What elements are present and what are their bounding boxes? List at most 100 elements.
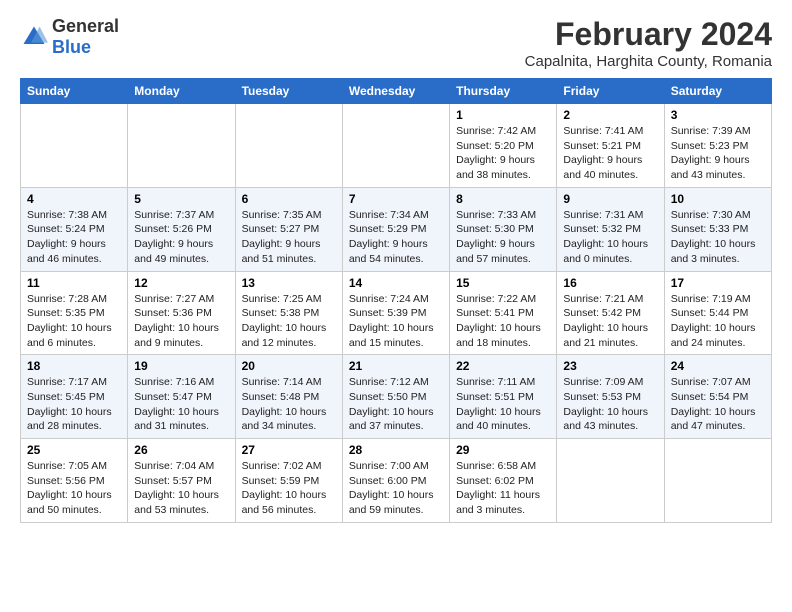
week-row-4: 18 Sunrise: 7:17 AM Sunset: 5:45 PM Dayli… (21, 355, 772, 439)
day-number: 9 (563, 192, 657, 206)
day-info: Sunrise: 7:02 AM Sunset: 5:59 PM Dayligh… (242, 459, 336, 518)
day-number: 7 (349, 192, 443, 206)
day-info: Sunrise: 7:28 AM Sunset: 5:35 PM Dayligh… (27, 292, 121, 351)
day-info: Sunrise: 7:33 AM Sunset: 5:30 PM Dayligh… (456, 208, 550, 267)
col-header-sunday: Sunday (21, 79, 128, 104)
day-cell: 13 Sunrise: 7:25 AM Sunset: 5:38 PM Dayli… (235, 271, 342, 355)
day-number: 17 (671, 276, 765, 290)
page-header: General Blue February 2024 Capalnita, Ha… (20, 16, 772, 70)
day-number: 5 (134, 192, 228, 206)
day-number: 13 (242, 276, 336, 290)
day-cell: 14 Sunrise: 7:24 AM Sunset: 5:39 PM Dayli… (342, 271, 449, 355)
logo-icon (20, 23, 48, 51)
calendar-title: February 2024 (525, 16, 772, 53)
day-cell: 2 Sunrise: 7:41 AM Sunset: 5:21 PM Daylig… (557, 104, 664, 188)
day-info: Sunrise: 7:00 AM Sunset: 6:00 PM Dayligh… (349, 459, 443, 518)
day-info: Sunrise: 7:31 AM Sunset: 5:32 PM Dayligh… (563, 208, 657, 267)
day-cell: 7 Sunrise: 7:34 AM Sunset: 5:29 PM Daylig… (342, 187, 449, 271)
day-cell: 11 Sunrise: 7:28 AM Sunset: 5:35 PM Dayli… (21, 271, 128, 355)
day-number: 24 (671, 359, 765, 373)
day-info: Sunrise: 7:21 AM Sunset: 5:42 PM Dayligh… (563, 292, 657, 351)
day-info: Sunrise: 7:30 AM Sunset: 5:33 PM Dayligh… (671, 208, 765, 267)
day-cell (128, 104, 235, 188)
day-cell: 10 Sunrise: 7:30 AM Sunset: 5:33 PM Dayli… (664, 187, 771, 271)
day-info: Sunrise: 7:39 AM Sunset: 5:23 PM Dayligh… (671, 124, 765, 183)
day-number: 21 (349, 359, 443, 373)
day-cell: 8Sunrise: 7:33 AM Sunset: 5:30 PM Daylig… (450, 187, 557, 271)
day-info: Sunrise: 7:16 AM Sunset: 5:47 PM Dayligh… (134, 375, 228, 434)
day-cell: 15 Sunrise: 7:22 AM Sunset: 5:41 PM Dayli… (450, 271, 557, 355)
col-header-thursday: Thursday (450, 79, 557, 104)
col-header-wednesday: Wednesday (342, 79, 449, 104)
week-row-3: 11 Sunrise: 7:28 AM Sunset: 5:35 PM Dayli… (21, 271, 772, 355)
day-cell: 24Sunrise: 7:07 AM Sunset: 5:54 PM Dayli… (664, 355, 771, 439)
day-cell: 1 Sunrise: 7:42 AM Sunset: 5:20 PM Daylig… (450, 104, 557, 188)
day-number: 12 (134, 276, 228, 290)
week-row-1: 1 Sunrise: 7:42 AM Sunset: 5:20 PM Daylig… (21, 104, 772, 188)
day-number: 19 (134, 359, 228, 373)
day-cell: 17 Sunrise: 7:19 AM Sunset: 5:44 PM Dayli… (664, 271, 771, 355)
day-cell (557, 439, 664, 523)
day-cell: 19 Sunrise: 7:16 AM Sunset: 5:47 PM Dayli… (128, 355, 235, 439)
day-cell (21, 104, 128, 188)
day-cell: 23 Sunrise: 7:09 AM Sunset: 5:53 PM Dayli… (557, 355, 664, 439)
day-number: 23 (563, 359, 657, 373)
day-number: 20 (242, 359, 336, 373)
day-info: Sunrise: 7:22 AM Sunset: 5:41 PM Dayligh… (456, 292, 550, 351)
day-info: Sunrise: 7:27 AM Sunset: 5:36 PM Dayligh… (134, 292, 228, 351)
day-info: Sunrise: 7:19 AM Sunset: 5:44 PM Dayligh… (671, 292, 765, 351)
day-info: Sunrise: 7:11 AM Sunset: 5:51 PM Dayligh… (456, 375, 550, 434)
day-number: 22 (456, 359, 550, 373)
calendar-table: SundayMondayTuesdayWednesdayThursdayFrid… (20, 78, 772, 523)
day-cell (342, 104, 449, 188)
day-cell: 25 Sunrise: 7:05 AM Sunset: 5:56 PM Dayli… (21, 439, 128, 523)
day-info: Sunrise: 7:17 AM Sunset: 5:45 PM Dayligh… (27, 375, 121, 434)
day-info: Sunrise: 7:37 AM Sunset: 5:26 PM Dayligh… (134, 208, 228, 267)
day-info: Sunrise: 7:12 AM Sunset: 5:50 PM Dayligh… (349, 375, 443, 434)
day-info: Sunrise: 7:09 AM Sunset: 5:53 PM Dayligh… (563, 375, 657, 434)
header-row: SundayMondayTuesdayWednesdayThursdayFrid… (21, 79, 772, 104)
day-cell: 5 Sunrise: 7:37 AM Sunset: 5:26 PM Daylig… (128, 187, 235, 271)
day-number: 15 (456, 276, 550, 290)
day-info: Sunrise: 7:35 AM Sunset: 5:27 PM Dayligh… (242, 208, 336, 267)
day-number: 2 (563, 108, 657, 122)
day-info: Sunrise: 7:42 AM Sunset: 5:20 PM Dayligh… (456, 124, 550, 183)
week-row-2: 4Sunrise: 7:38 AM Sunset: 5:24 PM Daylig… (21, 187, 772, 271)
day-cell: 6 Sunrise: 7:35 AM Sunset: 5:27 PM Daylig… (235, 187, 342, 271)
day-cell: 26Sunrise: 7:04 AM Sunset: 5:57 PM Dayli… (128, 439, 235, 523)
col-header-friday: Friday (557, 79, 664, 104)
day-number: 11 (27, 276, 121, 290)
day-cell: 27Sunrise: 7:02 AM Sunset: 5:59 PM Dayli… (235, 439, 342, 523)
col-header-saturday: Saturday (664, 79, 771, 104)
day-number: 4 (27, 192, 121, 206)
day-cell (664, 439, 771, 523)
day-info: Sunrise: 7:41 AM Sunset: 5:21 PM Dayligh… (563, 124, 657, 183)
day-number: 6 (242, 192, 336, 206)
day-info: Sunrise: 6:58 AM Sunset: 6:02 PM Dayligh… (456, 459, 550, 518)
day-cell: 28 Sunrise: 7:00 AM Sunset: 6:00 PM Dayli… (342, 439, 449, 523)
day-number: 28 (349, 443, 443, 457)
day-number: 16 (563, 276, 657, 290)
week-row-5: 25 Sunrise: 7:05 AM Sunset: 5:56 PM Dayli… (21, 439, 772, 523)
logo: General Blue (20, 16, 119, 58)
day-info: Sunrise: 7:24 AM Sunset: 5:39 PM Dayligh… (349, 292, 443, 351)
day-number: 10 (671, 192, 765, 206)
day-cell: 29 Sunrise: 6:58 AM Sunset: 6:02 PM Dayli… (450, 439, 557, 523)
day-cell: 3Sunrise: 7:39 AM Sunset: 5:23 PM Daylig… (664, 104, 771, 188)
day-number: 14 (349, 276, 443, 290)
day-info: Sunrise: 7:14 AM Sunset: 5:48 PM Dayligh… (242, 375, 336, 434)
day-info: Sunrise: 7:05 AM Sunset: 5:56 PM Dayligh… (27, 459, 121, 518)
day-info: Sunrise: 7:25 AM Sunset: 5:38 PM Dayligh… (242, 292, 336, 351)
day-cell: 21 Sunrise: 7:12 AM Sunset: 5:50 PM Dayli… (342, 355, 449, 439)
day-number: 18 (27, 359, 121, 373)
day-cell: 20 Sunrise: 7:14 AM Sunset: 5:48 PM Dayli… (235, 355, 342, 439)
title-block: February 2024 Capalnita, Harghita County… (525, 16, 772, 70)
day-number: 25 (27, 443, 121, 457)
day-info: Sunrise: 7:34 AM Sunset: 5:29 PM Dayligh… (349, 208, 443, 267)
day-number: 26 (134, 443, 228, 457)
logo-blue-text: Blue (52, 37, 91, 57)
day-number: 1 (456, 108, 550, 122)
col-header-monday: Monday (128, 79, 235, 104)
day-number: 29 (456, 443, 550, 457)
calendar-subtitle: Capalnita, Harghita County, Romania (525, 53, 772, 70)
